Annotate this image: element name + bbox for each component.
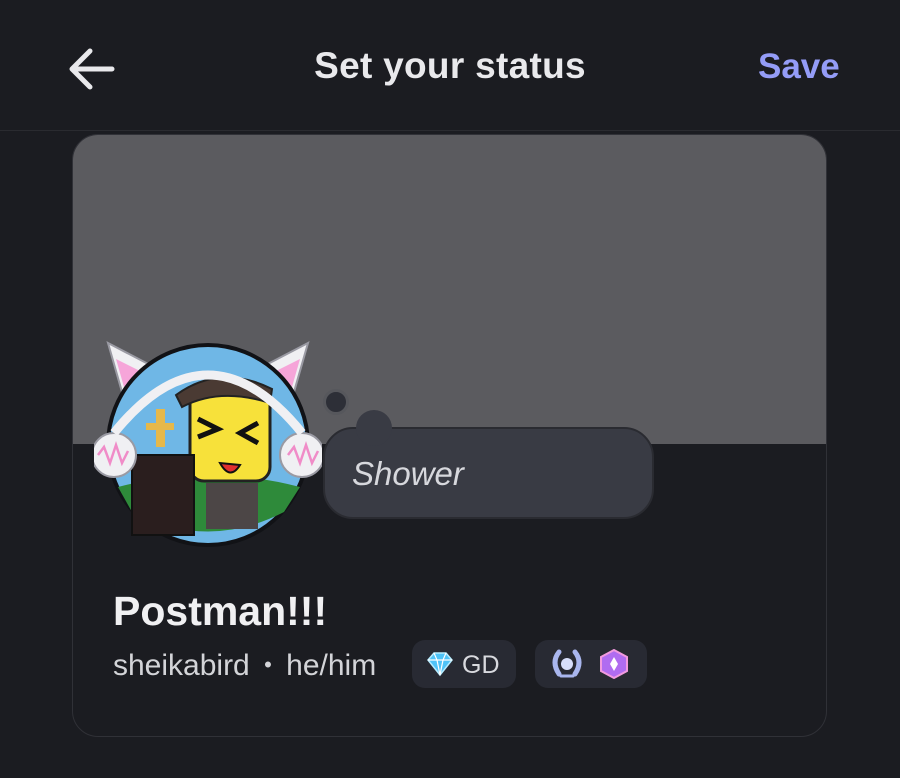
display-name: Postman!!! [113,588,328,634]
avatar[interactable] [94,337,322,547]
thought-bubble-dot [323,389,349,415]
save-button[interactable]: Save [758,47,840,87]
laurel-icon[interactable] [549,648,585,680]
diamond-icon [427,652,453,677]
username-line: sheikabird • he/him [113,649,376,683]
username: sheikabird [113,649,250,682]
separator-dot: • [264,652,272,677]
profile-badges [535,640,647,688]
pronouns: he/him [286,649,377,682]
top-bar: Set your status Save [0,0,900,131]
guild-tag-label: GD [462,651,500,679]
thought-bubble-knob [356,410,392,446]
status-text[interactable]: Shower [352,455,464,493]
nitro-gem-icon[interactable] [599,649,629,679]
